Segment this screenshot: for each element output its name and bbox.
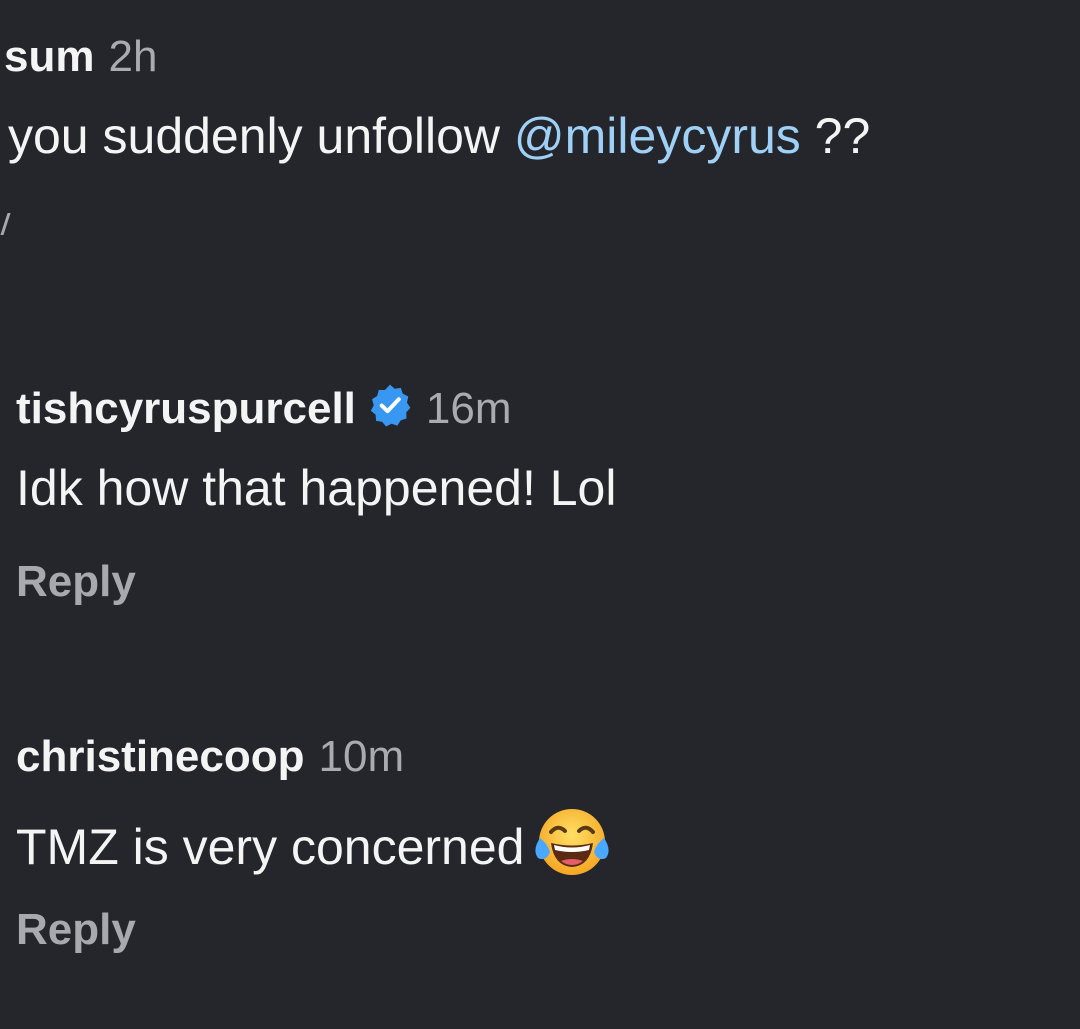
comment-username[interactable]: sum bbox=[4, 32, 94, 81]
reply-button[interactable]: Reply bbox=[16, 556, 136, 608]
comment-header: sum 2h bbox=[4, 31, 157, 83]
comment-text-part: TMZ is very concerned bbox=[16, 819, 525, 875]
comment-text: Idk how that happened! Lol bbox=[16, 460, 617, 516]
comment-timestamp: 16m bbox=[425, 384, 512, 433]
comment-text: you suddenly unfollow @mileycyrus ?? bbox=[8, 106, 870, 166]
comment-timestamp: 10m bbox=[318, 732, 405, 781]
comment-header: christinecoop 10m bbox=[16, 731, 404, 783]
comment-timestamp: 2h bbox=[108, 32, 158, 81]
reply-button[interactable]: Reply bbox=[16, 904, 136, 956]
comment-username[interactable]: christinecoop bbox=[16, 732, 305, 781]
comment-text-part: ?? bbox=[800, 108, 871, 164]
mention-link[interactable]: @mileycyrus bbox=[514, 108, 801, 164]
face-with-tears-of-joy-icon bbox=[534, 806, 610, 891]
comment-username[interactable]: tishcyruspurcell bbox=[16, 384, 356, 433]
verified-badge-icon bbox=[368, 383, 412, 439]
reply-link-cropped[interactable] bbox=[0, 213, 11, 235]
comment-text: TMZ is very concerned bbox=[16, 806, 610, 891]
comment-header: tishcyruspurcell 16m bbox=[16, 383, 512, 439]
comment-text-part: you suddenly unfollow bbox=[8, 108, 514, 164]
